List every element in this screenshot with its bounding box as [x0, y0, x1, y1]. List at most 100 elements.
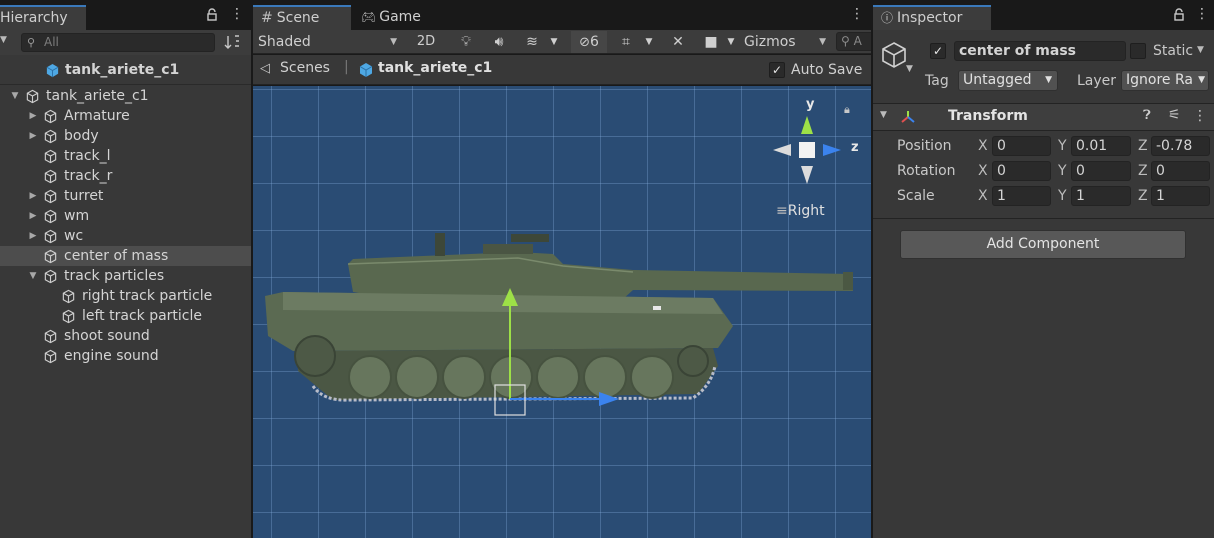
active-checkbox[interactable]: ✓ [930, 43, 946, 59]
expand-arrow-icon[interactable]: ▶ [27, 186, 39, 206]
tag-label: Tag [925, 73, 949, 89]
lock-icon[interactable] [205, 8, 219, 26]
lock-icon[interactable] [1172, 8, 1186, 26]
tree-item-shoot-sound[interactable]: shoot sound [0, 326, 251, 346]
view-orientation-label[interactable]: ≡Right [776, 203, 825, 219]
add-component-button[interactable]: Add Component [900, 230, 1186, 259]
tree-item-label: right track particle [82, 286, 212, 306]
effects-toggle-icon[interactable]: ≋ [521, 31, 543, 53]
sort-icon[interactable] [223, 33, 241, 55]
auto-save-checkbox[interactable]: ✓ [769, 62, 785, 78]
expand-arrow-icon[interactable]: ▶ [27, 206, 39, 226]
lock-icon[interactable]: 🔒︎ [844, 103, 850, 117]
layer-label: Layer [1077, 73, 1116, 89]
tree-item-track-r[interactable]: track_r [0, 166, 251, 186]
lighting-toggle-icon[interactable]: 💡︎ [455, 31, 477, 53]
tree-item-label: wm [64, 206, 89, 226]
scene-viewport[interactable]: y z 🔒︎ ≡Right [253, 86, 871, 538]
expand-arrow-icon[interactable]: ▼ [9, 86, 21, 106]
tag-dropdown[interactable]: Untagged ▼ [958, 70, 1058, 91]
gizmos-dropdown[interactable]: Gizmos ▼ [742, 31, 830, 53]
position-y-field[interactable]: 0.01 [1071, 136, 1131, 156]
object-name-input[interactable]: center of mass [954, 41, 1126, 61]
tree-item-wm[interactable]: ▶ wm [0, 206, 251, 226]
scale-y-field[interactable]: 1 [1071, 186, 1131, 206]
toggle-2d-button[interactable]: 2D [411, 31, 441, 53]
effects-dropdown-arrow-icon[interactable]: ▼ [546, 31, 562, 53]
hierarchy-tabbar: Hierarchy ⋮ [0, 0, 251, 30]
help-icon[interactable]: ❓︎ [1143, 108, 1151, 123]
gameobject-cube-icon [43, 149, 58, 164]
gameobject-cube-icon [43, 229, 58, 244]
grid-toggle-icon[interactable]: ⌗ [615, 31, 637, 53]
more-options-icon[interactable]: ⋮ [850, 6, 864, 22]
static-checkbox[interactable] [1130, 43, 1146, 59]
shading-mode-dropdown[interactable]: Shaded ▼ [253, 31, 401, 53]
tab-game[interactable]: 🎮︎Game [353, 5, 433, 30]
tab-inspector[interactable]: ⓘInspector [873, 5, 991, 30]
position-z-field[interactable]: -0.78 [1151, 136, 1210, 156]
expand-arrow-icon[interactable]: ▶ [27, 126, 39, 146]
gameobject-cube-icon [61, 309, 76, 324]
more-options-icon[interactable]: ⋮ [1195, 6, 1209, 22]
unity-scene-icon: ◁ [260, 61, 270, 76]
more-options-icon[interactable]: ⋮ [230, 6, 244, 22]
scale-y-axis-label: Y [1058, 188, 1067, 204]
transform-header[interactable]: ▼ Transform ❓︎ ⚟ ⋮ [873, 104, 1214, 130]
tree-item-tank-ariete-c1[interactable]: ▼ tank_ariete_c1 [0, 86, 251, 106]
hierarchy-search-input[interactable]: ⚲ All [21, 33, 215, 52]
position-x-field[interactable]: 0 [992, 136, 1051, 156]
audio-toggle-icon[interactable]: 🔊︎ [487, 31, 511, 53]
static-dropdown-arrow-icon[interactable]: ▼ [1197, 45, 1204, 55]
rotation-label: Rotation [897, 163, 956, 179]
tree-item-turret[interactable]: ▶ turret [0, 186, 251, 206]
gizmo-z-label: z [851, 140, 859, 155]
view-label-text: Right [788, 203, 825, 219]
tree-item-wc[interactable]: ▶ wc [0, 226, 251, 246]
tree-item-body[interactable]: ▶ body [0, 126, 251, 146]
tree-item-center-of-mass[interactable]: center of mass [0, 246, 251, 266]
preset-sliders-icon[interactable]: ⚟ [1168, 107, 1181, 123]
component-more-options-icon[interactable]: ⋮ [1193, 108, 1207, 124]
scale-z-axis-label: Z [1138, 188, 1148, 204]
expand-arrow-icon[interactable]: ▼ [27, 266, 39, 286]
tree-item-engine-sound[interactable]: engine sound [0, 346, 251, 366]
gameobject-cube-icon [43, 349, 58, 364]
rotation-x-field[interactable]: 0 [992, 161, 1051, 181]
icon-dropdown-arrow-icon[interactable]: ▼ [906, 64, 913, 74]
gameobject-cube-icon [43, 249, 58, 264]
scale-x-field[interactable]: 1 [992, 186, 1051, 206]
expand-arrow-icon[interactable]: ▶ [27, 106, 39, 126]
tree-item-right-track-particle[interactable]: right track particle [0, 286, 251, 306]
rotation-z-field[interactable]: 0 [1151, 161, 1210, 181]
panel-splitter[interactable] [251, 0, 253, 538]
breadcrumb: ◁ Scenes | tank_ariete_c1 ✓ Auto Save [253, 55, 871, 85]
layer-dropdown[interactable]: Ignore Ra ▼ [1121, 70, 1209, 91]
expand-arrow-icon[interactable]: ▶ [27, 226, 39, 246]
tree-item-track-l[interactable]: track_l [0, 146, 251, 166]
info-icon: ⓘ [881, 11, 893, 25]
orientation-gizmo[interactable] [769, 112, 849, 186]
tree-item-track-particles[interactable]: ▼ track particles [0, 266, 251, 286]
camera-icon[interactable]: ■ [700, 31, 722, 53]
collapse-arrow-icon[interactable]: ▼ [880, 110, 887, 120]
camera-dropdown-arrow-icon[interactable]: ▼ [723, 31, 739, 53]
tree-item-left-track-particle[interactable]: left track particle [0, 306, 251, 326]
breadcrumb-current[interactable]: tank_ariete_c1 [378, 60, 492, 76]
scale-z-field[interactable]: 1 [1151, 186, 1210, 206]
hierarchy-tree: tank_ariete_c1 ▼ tank_ariete_c1 ▶ Armatu… [0, 55, 251, 538]
grid-dropdown-arrow-icon[interactable]: ▼ [641, 31, 657, 53]
panel-splitter[interactable] [871, 0, 873, 538]
tab-hierarchy[interactable]: Hierarchy [0, 5, 86, 30]
tools-icon[interactable]: ✕ [667, 31, 689, 53]
inspector-panel: ⓘInspector ⋮ ▼ ✓ center of mass Static ▼… [873, 0, 1214, 538]
tab-scene[interactable]: #Scene [253, 5, 351, 30]
rotation-y-field[interactable]: 0 [1071, 161, 1131, 181]
breadcrumb-scenes[interactable]: Scenes [280, 60, 330, 76]
tree-item-armature[interactable]: ▶ Armature [0, 106, 251, 126]
create-dropdown-arrow-icon[interactable]: ▼ [0, 35, 7, 45]
scene-search-input[interactable]: ⚲ A [836, 32, 876, 51]
tree-item-label: turret [64, 186, 103, 206]
scene-visibility-button[interactable]: ⊘6 [571, 31, 607, 53]
hidden-count: 6 [590, 34, 599, 50]
